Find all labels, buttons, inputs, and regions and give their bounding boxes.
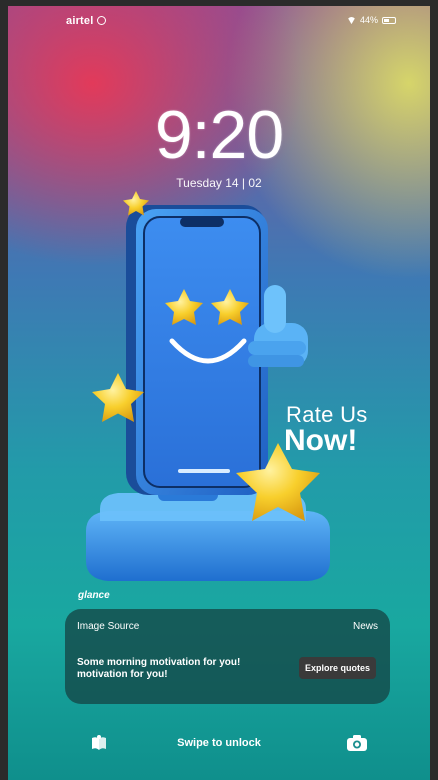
battery-percent: 44% [359, 15, 378, 25]
brand-logo: glance [78, 590, 110, 601]
wifi-icon [347, 17, 356, 24]
notification-source: Image Source [77, 621, 140, 632]
clock-date: Tuesday 14 | 02 [176, 176, 262, 190]
notification-message: Some morning motivation for you! motivat… [77, 657, 241, 680]
camera-icon[interactable] [346, 734, 368, 752]
bottom-bar: Swipe to unlock [8, 728, 430, 758]
notification-card[interactable]: Image Source News Some morning motivatio… [65, 609, 390, 704]
lock-screen: airtel 44% 9:20 Tuesday 14 | 02 Rate Us … [8, 6, 430, 780]
explore-quotes-button[interactable]: Explore quotes [298, 657, 376, 679]
status-indicators: 44% [347, 15, 396, 25]
clock-time: 9:20 [154, 97, 284, 173]
status-bar: airtel 44% [8, 12, 430, 32]
carrier-label: airtel [66, 15, 106, 27]
promo-line-2: Now! [284, 424, 358, 457]
carrier-icon [96, 16, 106, 25]
battery-icon [382, 16, 396, 24]
carrier-text: airtel [66, 15, 94, 27]
rate-us-illustration [86, 191, 330, 581]
notification-tag: News [352, 621, 378, 632]
